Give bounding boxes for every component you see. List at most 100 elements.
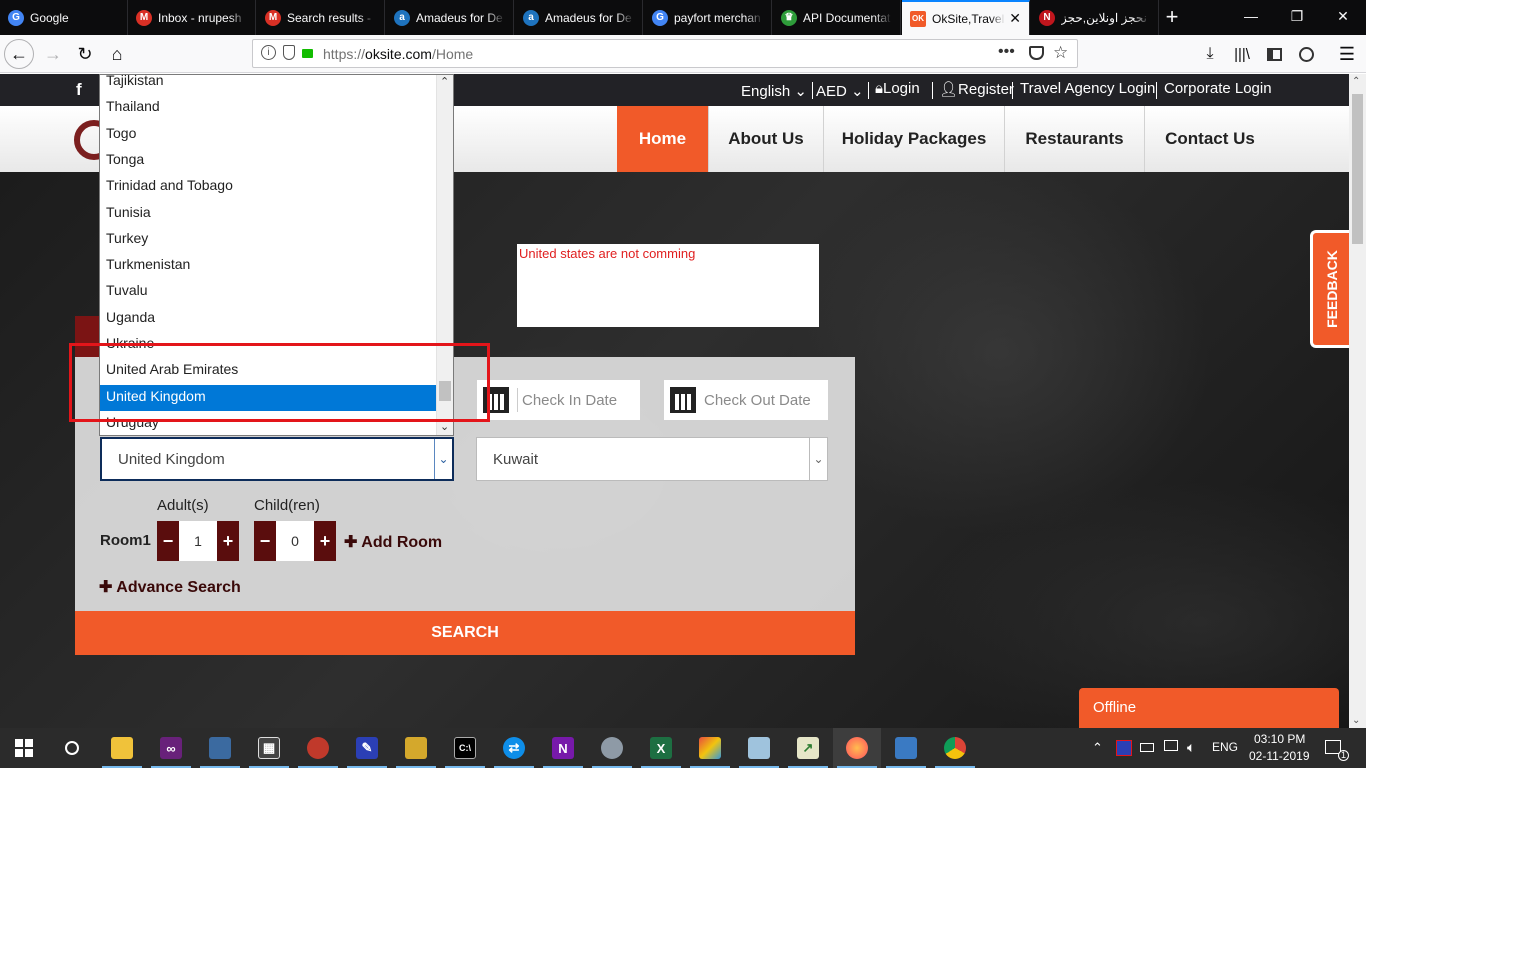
country-option[interactable]: Tuvalu bbox=[100, 279, 437, 305]
country-option[interactable]: Trinidad and Tobago bbox=[100, 174, 437, 200]
forward-button[interactable]: → bbox=[38, 39, 68, 69]
nationality-select[interactable]: United Kingdom ⌄ bbox=[100, 437, 454, 481]
browser-tab[interactable]: M Search results - bbox=[257, 0, 385, 35]
scrollbar-thumb[interactable] bbox=[1352, 94, 1363, 244]
app-icon-11[interactable] bbox=[588, 728, 636, 768]
new-tab-button[interactable]: + bbox=[1157, 2, 1187, 32]
browser-tab[interactable]: G Google bbox=[0, 0, 128, 35]
command-prompt-app[interactable]: C:\ bbox=[441, 728, 489, 768]
battery-icon[interactable] bbox=[1140, 743, 1154, 752]
chrome-app[interactable] bbox=[931, 728, 979, 768]
nav-holiday-packages[interactable]: Holiday Packages bbox=[824, 106, 1005, 172]
app-icon-15[interactable]: ↗ bbox=[784, 728, 832, 768]
children-minus-button[interactable]: − bbox=[254, 521, 276, 561]
page-actions-icon[interactable]: ••• bbox=[998, 43, 1015, 61]
account-button[interactable] bbox=[1291, 39, 1321, 69]
show-hidden-icons[interactable]: ⌃ bbox=[1092, 740, 1103, 756]
volume-icon[interactable]: 🔈︎ bbox=[1187, 739, 1195, 756]
restore-button[interactable]: ❐ bbox=[1274, 0, 1320, 32]
scroll-up-icon[interactable]: ⌃ bbox=[1352, 76, 1360, 87]
app-icon-5[interactable] bbox=[294, 728, 342, 768]
country-option[interactable]: Tonga bbox=[100, 148, 437, 174]
close-window-button[interactable]: ✕ bbox=[1320, 0, 1366, 32]
browser-tab[interactable]: M Inbox - nrupesh bbox=[128, 0, 256, 35]
browser-tab[interactable]: N نحجز اونلاين,حجز bbox=[1031, 0, 1159, 35]
url-bar[interactable]: i https://oksite.com/Home ••• ☆ bbox=[252, 39, 1078, 68]
tray-app-icon[interactable] bbox=[1116, 740, 1132, 756]
app-icon-14[interactable] bbox=[735, 728, 783, 768]
clock-time[interactable]: 03:10 PM bbox=[1254, 732, 1305, 746]
back-button[interactable]: ← bbox=[4, 39, 34, 69]
reload-button[interactable]: ↻ bbox=[70, 39, 100, 69]
file-explorer-app[interactable] bbox=[98, 728, 146, 768]
country-option[interactable]: Turkmenistan bbox=[100, 253, 437, 279]
search-button[interactable] bbox=[48, 728, 96, 768]
tracking-shield-icon[interactable] bbox=[283, 45, 295, 60]
scroll-up-icon[interactable]: ⌃ bbox=[440, 75, 449, 88]
downloads-button[interactable]: ⤓ bbox=[1195, 39, 1225, 69]
nav-home[interactable]: Home bbox=[617, 106, 709, 172]
browser-tab[interactable]: ♛ API Documentat bbox=[773, 0, 901, 35]
check-in-field[interactable]: Check In Date bbox=[477, 380, 640, 420]
home-button[interactable]: ⌂ bbox=[102, 39, 132, 69]
country-option[interactable]: Tunisia bbox=[100, 201, 437, 227]
app-icon-6[interactable]: ✎ bbox=[343, 728, 391, 768]
search-button[interactable]: SEARCH bbox=[75, 611, 855, 655]
app-icon-13[interactable] bbox=[686, 728, 734, 768]
nav-contact-us[interactable]: Contact Us bbox=[1145, 106, 1275, 172]
url-text[interactable]: https://oksite.com/Home bbox=[323, 46, 473, 62]
chat-widget[interactable]: Offline bbox=[1079, 688, 1339, 728]
input-language[interactable]: ENG bbox=[1212, 740, 1238, 754]
browser-tab[interactable]: a Amadeus for De bbox=[386, 0, 514, 35]
scroll-down-icon[interactable]: ⌄ bbox=[1352, 715, 1360, 726]
facebook-icon[interactable]: f bbox=[76, 80, 82, 100]
country-option[interactable]: Tajikistan bbox=[100, 75, 437, 95]
adults-count[interactable]: 1 bbox=[179, 521, 217, 561]
start-button[interactable] bbox=[0, 728, 48, 768]
browser-tab[interactable]: Gpayfort merchan bbox=[644, 0, 772, 35]
adults-plus-button[interactable]: + bbox=[217, 521, 239, 561]
clock-date[interactable]: 02-11-2019 bbox=[1249, 749, 1310, 763]
excel-app[interactable]: X bbox=[637, 728, 685, 768]
info-icon[interactable]: i bbox=[261, 45, 276, 60]
sidebar-button[interactable] bbox=[1259, 39, 1289, 69]
travel-agency-login-link[interactable]: Travel Agency Login bbox=[1020, 80, 1155, 97]
browser-tab[interactable]: OK OkSite,Travel ✕ bbox=[902, 0, 1030, 35]
register-link[interactable]: 👤︎Register bbox=[939, 80, 1014, 98]
menu-button[interactable]: ☰ bbox=[1332, 39, 1362, 69]
login-link[interactable]: 🔒︎Login bbox=[875, 80, 920, 97]
pocket-icon[interactable] bbox=[1029, 46, 1044, 60]
currency-select[interactable]: AED ⌄ bbox=[816, 82, 864, 100]
check-out-field[interactable]: Check Out Date bbox=[664, 380, 828, 420]
lock-icon[interactable] bbox=[302, 49, 313, 58]
country-option[interactable]: Uganda bbox=[100, 306, 437, 332]
bookmark-star-icon[interactable]: ☆ bbox=[1053, 43, 1068, 63]
close-tab-icon[interactable]: ✕ bbox=[1009, 10, 1021, 27]
advance-search-link[interactable]: ✚ Advance Search bbox=[99, 577, 241, 597]
page-scrollbar[interactable]: ⌃ ⌄ bbox=[1349, 74, 1366, 728]
app-icon-3[interactable] bbox=[196, 728, 244, 768]
nav-about-us[interactable]: About Us bbox=[709, 106, 824, 172]
teamviewer-app[interactable]: ⇄ bbox=[490, 728, 538, 768]
add-room-link[interactable]: ✚ Add Room bbox=[344, 532, 442, 552]
browser-tab[interactable]: a Amadeus for De bbox=[515, 0, 643, 35]
calculator-app[interactable]: ▦ bbox=[245, 728, 293, 768]
children-count[interactable]: 0 bbox=[276, 521, 314, 561]
residence-select[interactable]: Kuwait ⌄ bbox=[476, 437, 828, 481]
network-icon[interactable] bbox=[1164, 740, 1178, 751]
country-option[interactable]: Thailand bbox=[100, 95, 437, 121]
library-button[interactable]: |||\ bbox=[1227, 39, 1257, 69]
children-plus-button[interactable]: + bbox=[314, 521, 336, 561]
onenote-app[interactable]: N bbox=[539, 728, 587, 768]
nav-restaurants[interactable]: Restaurants bbox=[1005, 106, 1145, 172]
adults-minus-button[interactable]: − bbox=[157, 521, 179, 561]
corporate-login-link[interactable]: Corporate Login bbox=[1164, 80, 1272, 97]
minimize-button[interactable]: — bbox=[1228, 0, 1274, 32]
feedback-tab[interactable]: FEEDBACK bbox=[1310, 230, 1349, 348]
visual-studio-app[interactable]: ∞ bbox=[147, 728, 195, 768]
app-icon-7[interactable] bbox=[392, 728, 440, 768]
app-icon-17[interactable] bbox=[882, 728, 930, 768]
firefox-app[interactable] bbox=[833, 728, 881, 768]
country-option[interactable]: Togo bbox=[100, 122, 437, 148]
language-select[interactable]: English ⌄ bbox=[741, 82, 807, 100]
